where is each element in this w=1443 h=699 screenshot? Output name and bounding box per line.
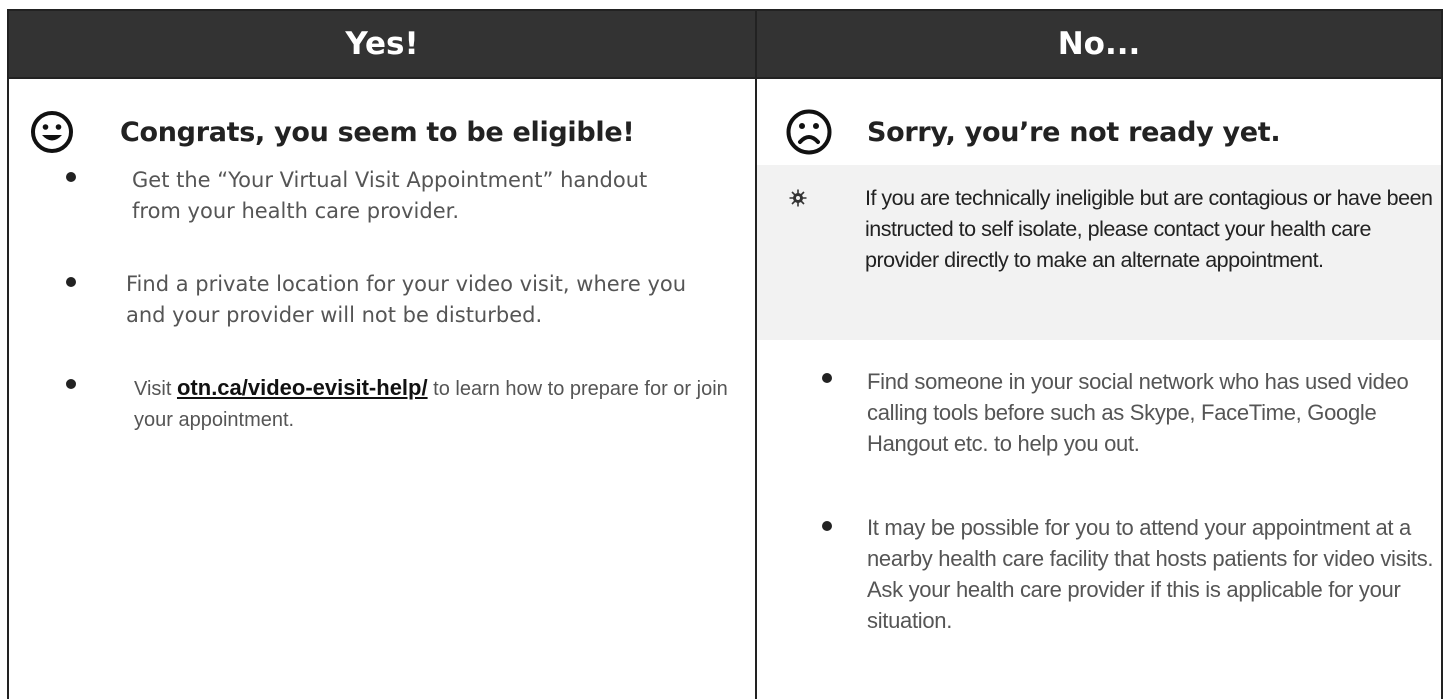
no-title: Sorry, you’re not ready yet. bbox=[867, 117, 1281, 148]
no-header: No... bbox=[757, 11, 1441, 79]
eligibility-table: Yes! Congrats, you seem to be eligible! … bbox=[7, 9, 1443, 699]
yes-title: Congrats, you seem to be eligible! bbox=[120, 117, 635, 148]
yes-column: Yes! Congrats, you seem to be eligible! … bbox=[9, 11, 757, 699]
bullet-dot bbox=[822, 521, 832, 531]
yes-header: Yes! bbox=[9, 11, 755, 79]
no-note: If you are technically ineligible but ar… bbox=[865, 186, 1433, 272]
no-item-2: It may be possible for you to attend you… bbox=[867, 515, 1434, 633]
yes-item-2: Find a private location for your video v… bbox=[126, 272, 687, 327]
yes-item-3-before: Visit bbox=[134, 378, 177, 400]
otn-help-link[interactable]: otn.ca/video-evisit-help/ bbox=[177, 375, 428, 400]
smiley-face-icon bbox=[31, 111, 73, 153]
bullet-dot bbox=[66, 172, 76, 182]
sad-face-icon bbox=[786, 109, 832, 155]
yes-item-1: Get the “Your Virtual Visit Appointment”… bbox=[132, 168, 648, 223]
bullet-dot bbox=[66, 277, 76, 287]
bullet-dot bbox=[66, 379, 76, 389]
no-item-1: Find someone in your social network who … bbox=[867, 369, 1409, 456]
bullet-dot bbox=[822, 373, 832, 383]
virus-icon bbox=[789, 189, 807, 207]
no-column: No... Sorry, you’re not ready yet. If yo… bbox=[757, 11, 1441, 699]
yes-item-3: Visit otn.ca/video-evisit-help/ to learn… bbox=[134, 372, 734, 436]
